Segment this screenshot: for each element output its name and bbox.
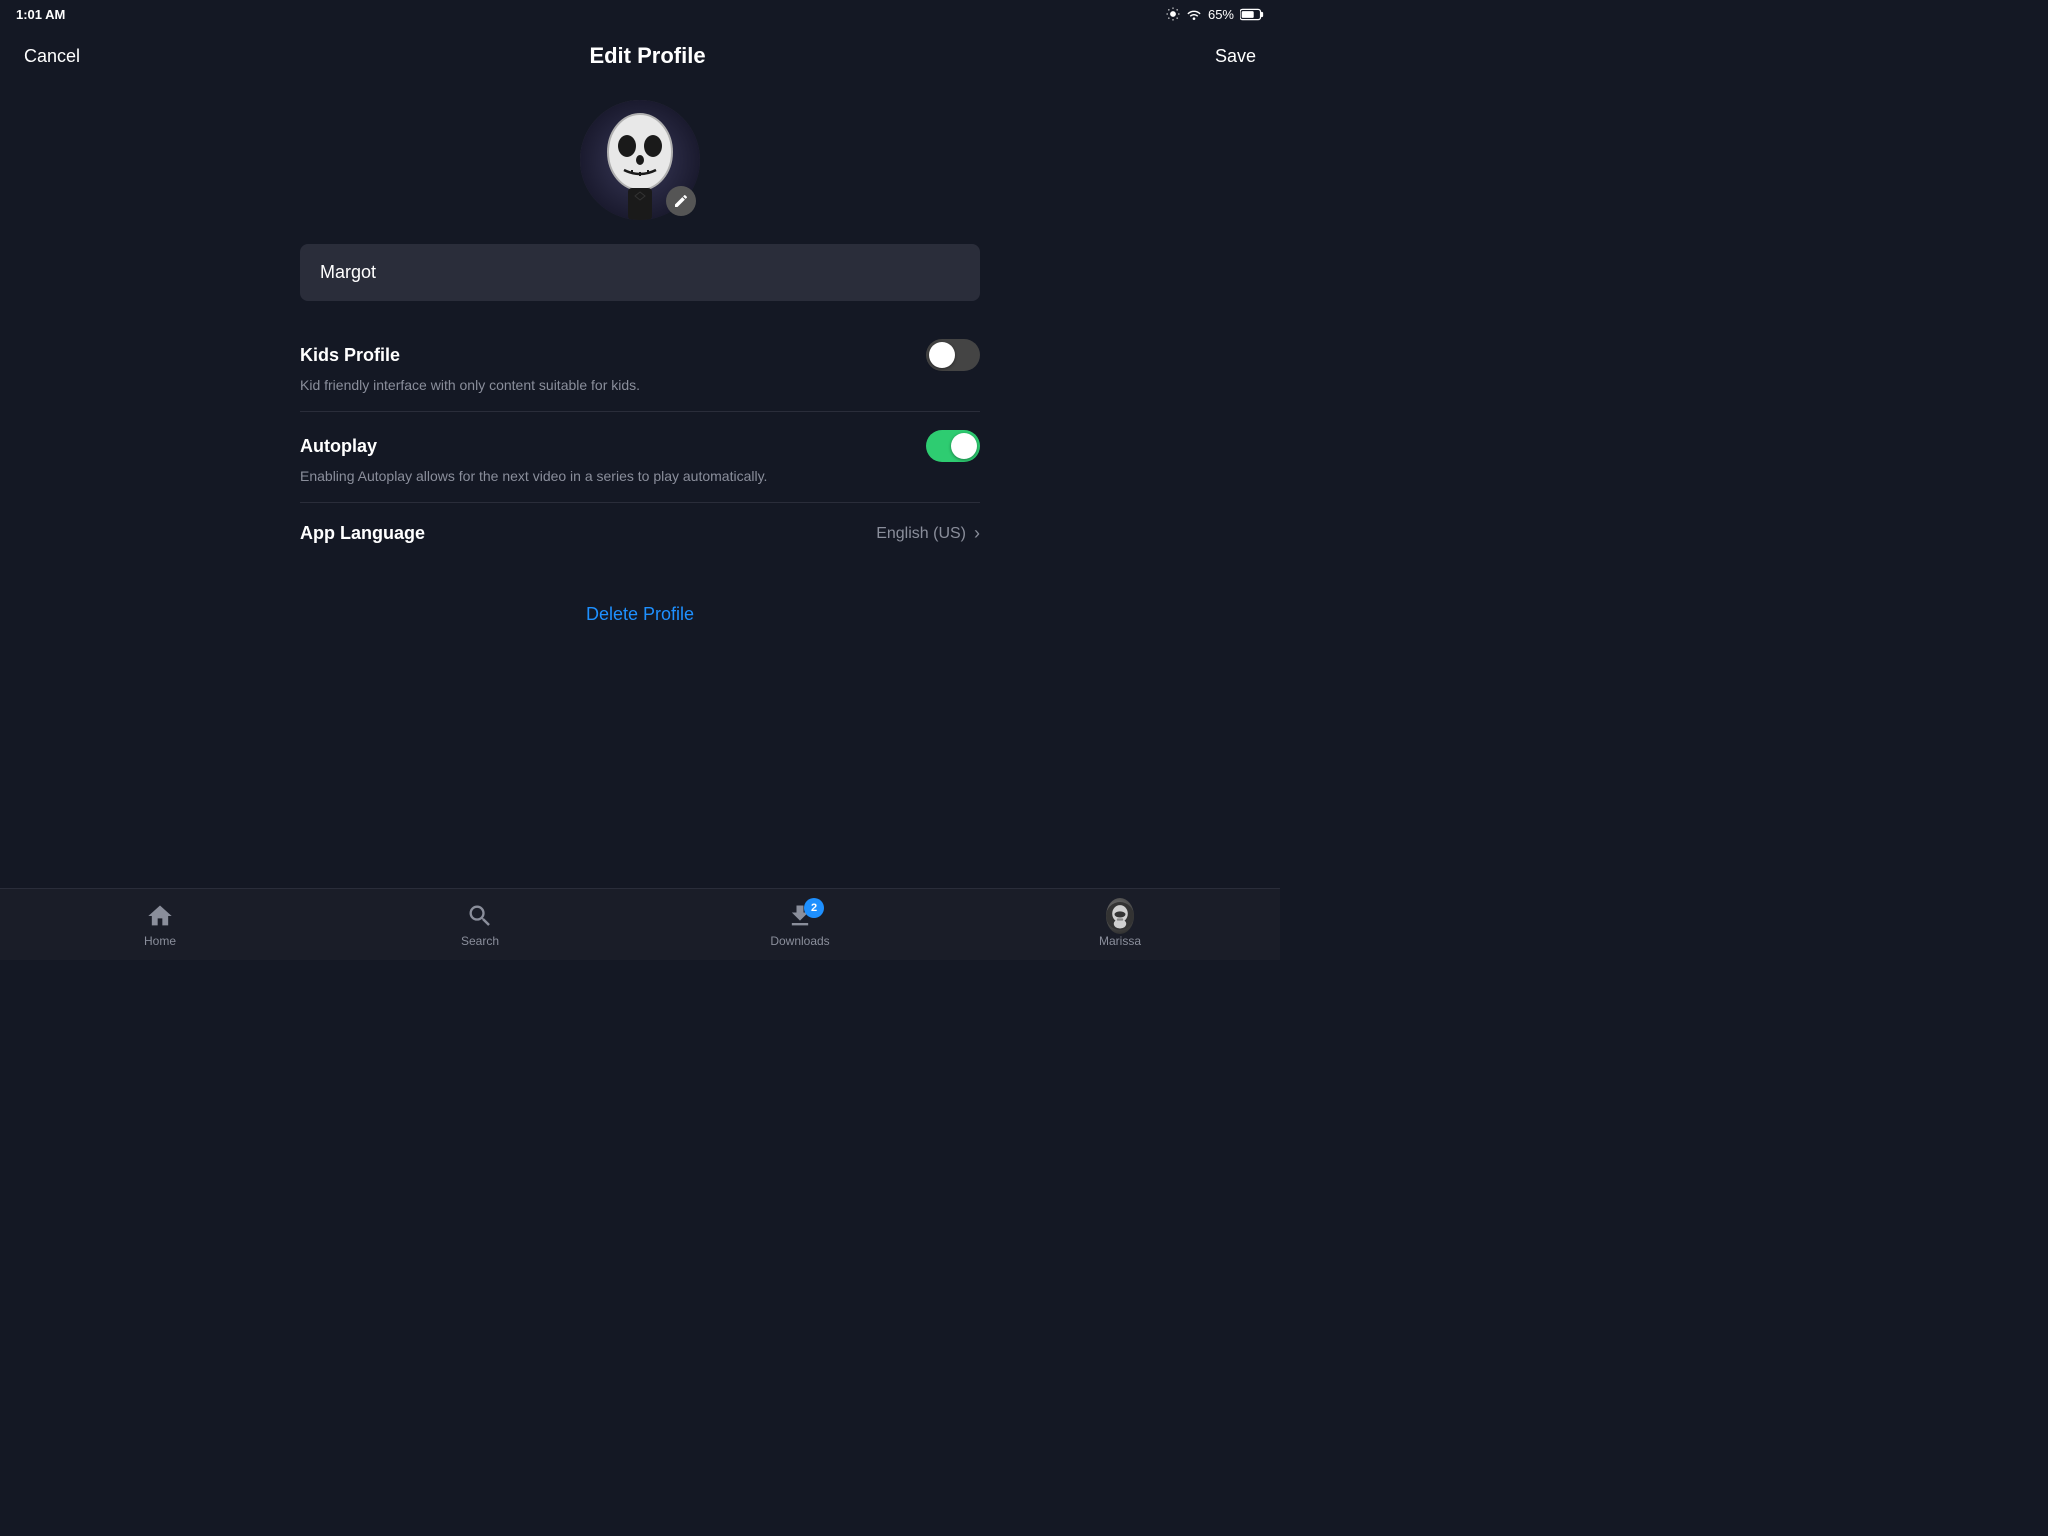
marissa-avatar (1106, 898, 1134, 934)
avatar-section (580, 100, 700, 220)
wifi-icon (1186, 8, 1202, 20)
chevron-right-icon: › (974, 523, 980, 544)
page-title: Edit Profile (589, 43, 705, 69)
kids-profile-setting: Kids Profile Kid friendly interface with… (300, 321, 980, 412)
home-icon (146, 902, 174, 930)
autoplay-setting: Autoplay Enabling Autoplay allows for th… (300, 412, 980, 503)
kids-profile-description: Kid friendly interface with only content… (300, 377, 980, 393)
autoplay-thumb (951, 433, 977, 459)
autoplay-row-top: Autoplay (300, 430, 980, 462)
language-setting[interactable]: App Language English (US) › (300, 503, 980, 564)
autoplay-description: Enabling Autoplay allows for the next vi… (300, 468, 980, 484)
language-value-container: English (US) › (876, 523, 980, 544)
tab-downloads[interactable]: 2 Downloads (760, 902, 840, 948)
name-input-container (300, 244, 980, 301)
autoplay-toggle[interactable] (926, 430, 980, 462)
profile-avatar-icon (1106, 902, 1134, 930)
tab-home[interactable]: Home (120, 902, 200, 948)
language-value: English (US) (876, 525, 966, 543)
downloads-badge: 2 (804, 898, 824, 918)
battery-icon (1240, 8, 1264, 21)
search-icon (466, 902, 494, 930)
status-icons: 65% (1166, 7, 1264, 22)
profile-label: Marissa (1099, 934, 1141, 948)
cancel-button[interactable]: Cancel (24, 46, 80, 67)
delete-profile-button[interactable]: Delete Profile (586, 604, 694, 625)
battery-percent: 65% (1208, 7, 1234, 22)
profile-name-input[interactable] (300, 244, 980, 301)
status-time: 1:01 AM (16, 7, 65, 22)
settings-section: Kids Profile Kid friendly interface with… (300, 321, 980, 564)
main-content: Kids Profile Kid friendly interface with… (0, 84, 1280, 888)
edit-avatar-button[interactable] (666, 186, 696, 216)
brightness-icon (1166, 7, 1180, 21)
save-button[interactable]: Save (1215, 46, 1256, 67)
kids-profile-label: Kids Profile (300, 345, 400, 366)
status-bar: 1:01 AM 65% (0, 0, 1280, 28)
tab-search[interactable]: Search (440, 902, 520, 948)
delete-section: Delete Profile (300, 604, 980, 625)
kids-profile-thumb (929, 342, 955, 368)
autoplay-track (926, 430, 980, 462)
downloads-icon: 2 (786, 902, 814, 930)
downloads-label: Downloads (770, 934, 829, 948)
bottom-tab-bar: Home Search 2 Downloads (0, 888, 1280, 960)
pencil-icon (673, 193, 689, 209)
kids-profile-row-top: Kids Profile (300, 339, 980, 371)
top-nav: Cancel Edit Profile Save (0, 28, 1280, 84)
autoplay-label: Autoplay (300, 436, 377, 457)
kids-profile-track (926, 339, 980, 371)
avatar-container (580, 100, 700, 220)
search-label: Search (461, 934, 499, 948)
home-label: Home (144, 934, 176, 948)
kids-profile-toggle[interactable] (926, 339, 980, 371)
language-label: App Language (300, 523, 425, 544)
tab-profile[interactable]: Marissa (1080, 902, 1160, 948)
